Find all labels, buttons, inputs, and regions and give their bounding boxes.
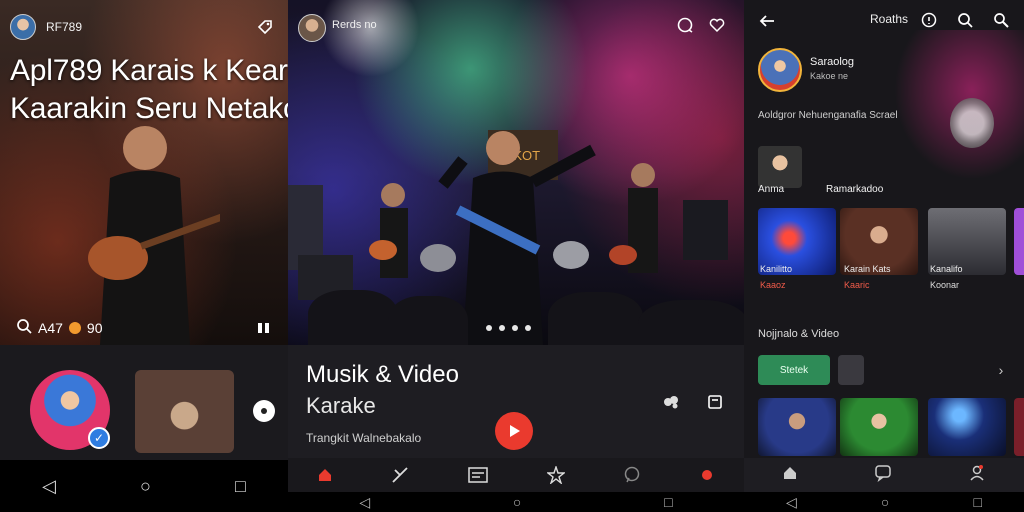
artist-description: Aoldgror Nehuenganafia Scrael [758,110,898,121]
tab-home[interactable] [317,468,333,482]
recommended-row: ✓ [0,345,288,460]
artist-name: Saraolog [810,56,855,68]
recents-nav-icon[interactable]: □ [235,476,246,497]
home-icon [319,469,331,481]
user-avatar[interactable] [10,14,36,40]
search-icon[interactable] [16,318,32,337]
tab-messages[interactable] [874,464,892,487]
recents-nav-icon[interactable]: □ [664,494,672,510]
tag-icon[interactable] [256,18,274,36]
filter-option[interactable] [838,355,864,385]
player-panel: KAKOT Rerds no [288,0,744,512]
info-icon[interactable] [920,11,938,29]
feed-panel: RF789 Apl789 Karais k Kearolor Carola Va… [0,0,288,512]
track-info: Musik & Video Karake Trangkit Walnebakal… [288,345,744,458]
song-card-sub: Kaaoz [760,280,786,290]
top-bar: Roaths [744,0,1024,40]
app-tab-bar [744,458,1024,492]
profile-icon [970,464,984,481]
chat-icon [875,464,891,482]
video-section-title: Nojjnalo & Video [758,328,840,340]
record-icon [702,470,712,480]
search-icon[interactable] [956,11,974,29]
tab-profile[interactable] [968,464,986,487]
artist-panel: Roaths Saraolog Kakoe ne Aoldgror Nehuen… [744,0,1024,512]
compass-icon [392,467,408,483]
concert-stage-photo[interactable]: KAKOT [288,0,744,360]
more-options-icon[interactable] [253,400,275,422]
guitarist-figure [88,126,220,345]
save-icon[interactable] [704,391,726,413]
section-heading: Ramarkadoo [826,184,884,195]
back-arrow-icon[interactable] [758,12,776,30]
video-thumb[interactable] [928,398,1006,456]
message-icon [624,466,640,483]
star-icon [547,466,565,484]
system-nav-bar: ◁ ○ □ [0,460,288,512]
view-count: A47 [38,319,63,336]
zoom-search-icon[interactable] [992,11,1010,29]
home-nav-icon[interactable]: ○ [881,494,889,510]
user-avatar[interactable] [298,14,326,42]
heart-icon[interactable] [708,16,726,34]
verified-check-icon: ✓ [88,427,110,449]
tab-record[interactable] [699,467,715,483]
username: RF789 [46,20,83,34]
top-bar: RF789 [0,0,288,52]
chevron-right-icon[interactable]: › [994,362,1008,378]
tab-messages[interactable] [623,466,641,484]
headline-title: Apl789 Karais k Kearolor Carola Van Kaar… [10,52,288,128]
tab-favorites[interactable] [547,466,565,484]
tab-home[interactable] [782,466,798,485]
video-thumb[interactable] [840,398,918,456]
app-tab-bar [288,458,744,492]
trending-label: Trangkit Walnebakalo [306,431,422,445]
pause-icon[interactable] [254,320,274,336]
lyrics-icon [468,467,488,483]
post-stats: A47 90 [16,318,103,337]
album-cover-thumb[interactable] [135,370,234,453]
song-card-title: Karain Kats [844,264,891,274]
song-card-title: Kanalifo [930,264,963,274]
back-nav-icon[interactable]: ◁ [42,476,56,497]
song-card-peek[interactable] [1014,208,1024,275]
audience-head [548,292,643,352]
share-icon[interactable] [660,391,682,413]
username: Rerds no [332,19,377,31]
carousel-indicator[interactable] [486,325,531,331]
song-card-title: Kanilitto [760,264,793,274]
system-nav-bar: ◁ ○ □ [744,492,1024,512]
recents-nav-icon[interactable]: □ [973,494,981,510]
play-button[interactable] [495,412,533,450]
artist-subtitle: Kakoe ne [810,71,849,81]
headline-line-2: Kaarakin Seru Netako ina Interaktiv [10,92,288,125]
track-title: Musik & Video [306,361,459,388]
back-nav-icon[interactable]: ◁ [786,494,797,511]
song-card-sub: Kaaric [844,280,870,290]
back-nav-icon[interactable]: ◁ [359,494,370,511]
coin-icon [68,321,81,334]
top-bar: Rerds no [288,0,744,48]
audience-head [308,290,398,350]
song-card-sub: Koonar [930,280,960,290]
tab-explore[interactable] [391,466,409,484]
video-thumb-peek[interactable] [1014,398,1024,456]
coin-count: 90 [86,319,103,336]
video-thumb[interactable] [758,398,836,456]
artist-avatar[interactable] [758,48,802,92]
filter-pill[interactable]: Stetek [758,355,830,385]
artist-label: Anma [758,184,785,195]
drum-image [950,98,994,148]
home-nav-icon[interactable]: ○ [140,476,151,497]
home-icon [784,466,796,479]
system-nav-bar: ◁ ○ □ [288,492,744,512]
artist-thumb[interactable] [758,146,802,188]
page-title: Roaths [870,12,909,26]
track-subtitle: Karake [306,393,376,418]
home-nav-icon[interactable]: ○ [513,494,521,510]
headline-line-1: Apl789 Karais k Kearolor Carola Van [10,54,288,87]
chat-bubble-icon[interactable] [676,16,694,34]
tab-lyrics[interactable] [467,466,489,484]
